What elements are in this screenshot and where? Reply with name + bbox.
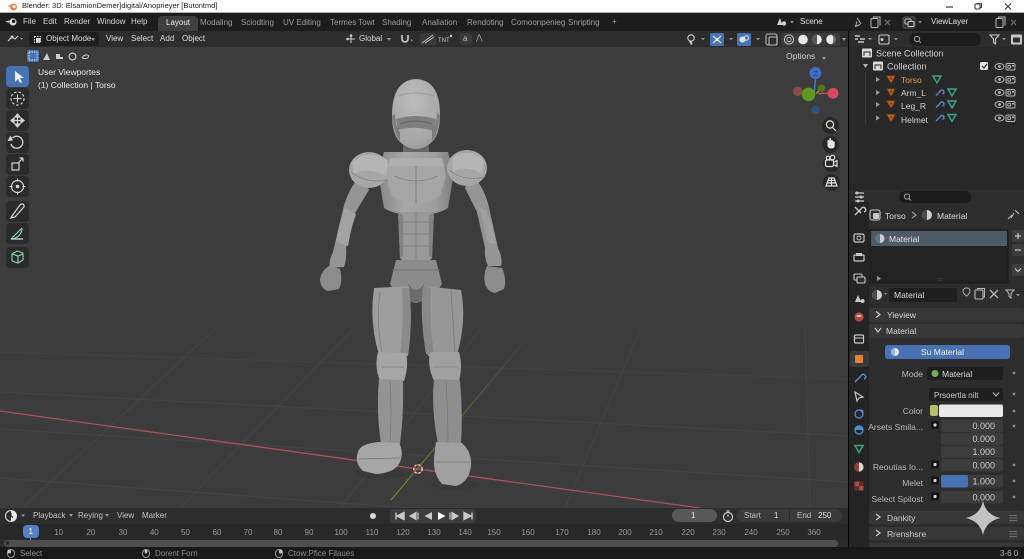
- svg-text:0.000: 0.000: [972, 434, 995, 444]
- svg-text:Collection: Collection: [887, 62, 927, 72]
- svg-text:TNT: TNT: [438, 38, 450, 44]
- svg-text:Scene Collection: Scene Collection: [876, 49, 944, 59]
- svg-text:0.000: 0.000: [972, 421, 995, 431]
- svg-text:1.000: 1.000: [972, 477, 995, 487]
- svg-text:1.000: 1.000: [972, 447, 995, 457]
- svg-text:::::: ::::: [937, 277, 943, 283]
- svg-text:Z: Z: [813, 71, 818, 78]
- svg-text:0.000: 0.000: [972, 461, 995, 471]
